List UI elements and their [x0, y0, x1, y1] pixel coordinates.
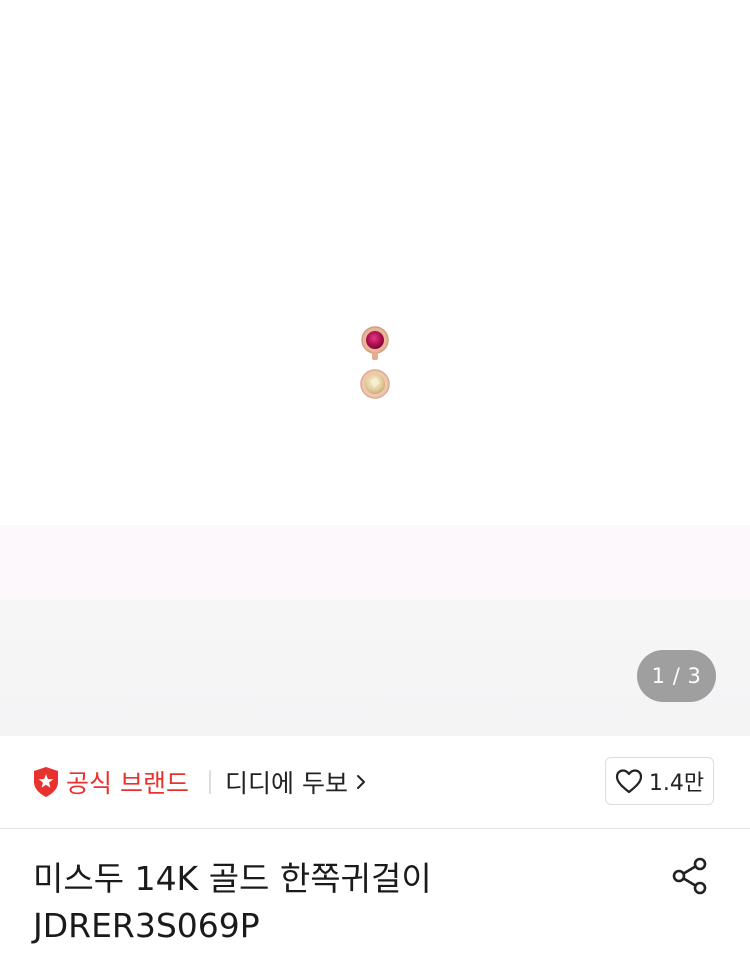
like-count: 1.4만: [648, 771, 705, 796]
brand-name: 디디에 두보: [225, 769, 348, 798]
product-image[interactable]: [340, 315, 410, 410]
product-title-line1: 미스두 14K 골드 한쪽귀걸이: [33, 859, 432, 898]
brand-row: 공식 브랜드 디디에 두보 1.4만: [0, 736, 750, 829]
shield-star-icon: [34, 767, 58, 797]
chevron-right-icon: [356, 775, 365, 789]
product-title-line2: JDRER3S069P: [33, 906, 260, 945]
product-title-area: 미스두 14K 골드 한쪽귀걸이 JDRER3S069P: [0, 829, 750, 964]
brand-divider: [209, 770, 211, 794]
official-brand-label: 공식 브랜드: [66, 769, 189, 798]
heart-outline-icon: [615, 769, 642, 794]
product-title: 미스두 14K 골드 한쪽귀걸이 JDRER3S069P: [33, 855, 633, 949]
page-indicator-text: 1 / 3: [651, 664, 702, 688]
image-page-indicator: 1 / 3: [637, 650, 716, 702]
brand-link[interactable]: 디디에 두보: [225, 765, 366, 799]
like-button[interactable]: 1.4만: [605, 757, 714, 805]
share-icon[interactable]: [670, 856, 710, 896]
official-brand-badge: 공식 브랜드: [32, 765, 189, 799]
product-image-gallery[interactable]: 1 / 3: [0, 0, 750, 736]
